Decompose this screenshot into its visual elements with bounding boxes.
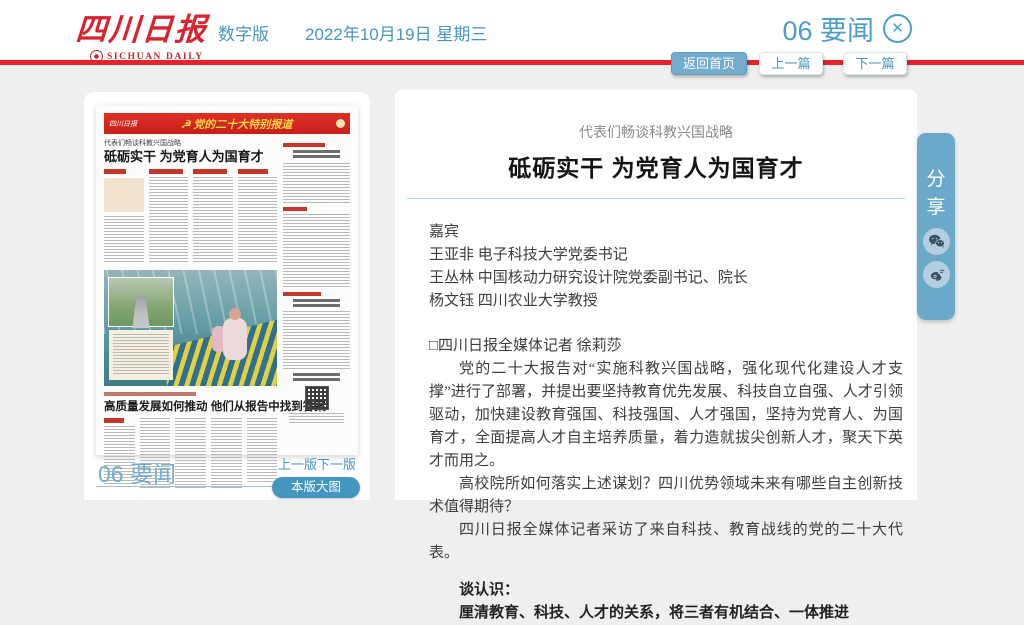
article-paragraph: 四川日报全媒体记者采访了来自科技、教育战线的党的二十大代表。 — [429, 519, 903, 565]
issue-date: 2022年10月19日 星期三 — [305, 20, 487, 45]
thumbnail-kicker-2 — [104, 392, 196, 396]
thumbnail-inset-photo — [109, 278, 173, 326]
article-body: 嘉宾 王亚非 电子科技大学党委书记 王丛林 中国核动力研究设计院党委副书记、院长… — [429, 221, 903, 625]
thumbnail-banner-logo: 四川日报 — [109, 119, 137, 129]
thumbnail-red-banner: 四川日报 ☭ 党的二十大特别报道 — [104, 113, 350, 134]
next-page-link[interactable]: 下一版 — [317, 457, 356, 472]
share-wechat-button[interactable] — [923, 228, 950, 255]
newspaper-page-thumbnail[interactable]: 四川日报 ☭ 党的二十大特别报道 代表们畅谈科教兴国战略 砥砺实干 为党育人为国… — [96, 105, 358, 455]
article-title: 砥砺实干 为党育人为国育才 — [395, 149, 917, 183]
thumbnail-footer: 06 要闻 上一版下一版 本版大图 — [96, 452, 358, 498]
thumbnail-article-kicker: 代表们畅谈科教兴国战略 — [104, 138, 277, 148]
party-emblem-icon: ☭ — [181, 119, 191, 131]
sichuan-daily-logo[interactable]: 四川日报 SICHUAN DAILY — [76, 4, 208, 63]
thumbnail-photo-caption — [109, 330, 173, 380]
digital-edition-link[interactable]: 数字版 — [218, 20, 269, 45]
article-byline: □四川日报全媒体记者 徐莉莎 — [429, 335, 903, 358]
thumbnail-headline-2: 高质量发展如何推动 他们从报告中找到答案 — [104, 398, 277, 414]
footer-page-label: 06 要闻 — [98, 455, 176, 489]
section-subheading: 厘清教育、科技、人才的关系，将三者有机结合、一体推进 — [429, 602, 903, 625]
previous-article-button[interactable]: 上一篇 — [759, 52, 823, 75]
title-divider-line — [407, 198, 905, 199]
page-thumbnail-panel: 四川日报 ☭ 党的二十大特别报道 代表们畅谈科教兴国战略 砥砺实干 为党育人为国… — [84, 92, 370, 500]
current-page-info: 06 要闻 ✕ — [782, 9, 912, 48]
article-paragraph: 高校院所如何落实上述谋划？四川优势领域未来有哪些自主创新技术值得期待？ — [429, 473, 903, 519]
close-icon[interactable]: ✕ — [883, 14, 912, 43]
thumbnail-headline-1: 砥砺实干 为党育人为国育才 — [104, 149, 277, 164]
share-label: 分享 — [927, 166, 946, 222]
guest-line: 王丛林 中国核动力研究设计院党委副书记、院长 — [429, 267, 903, 290]
share-tab[interactable]: 分享 — [917, 133, 955, 320]
guest-line: 王亚非 电子科技大学党委书记 — [429, 244, 903, 267]
top-header: 四川日报 SICHUAN DAILY 数字版 2022年10月19日 星期三 0… — [0, 0, 1024, 60]
thumbnail-factory-photo — [104, 270, 277, 386]
banner-seal-icon — [336, 119, 345, 128]
back-home-button[interactable]: 返回首页 — [671, 52, 747, 75]
text-column — [238, 169, 278, 265]
current-page-label: 06 要闻 — [782, 9, 874, 48]
thumbnail-banner-title: ☭ 党的二十大特别报道 — [137, 116, 336, 132]
thumbnail-text-columns — [104, 169, 277, 265]
next-article-button[interactable]: 下一篇 — [843, 52, 907, 75]
section-heading: 谈认识： — [429, 579, 903, 602]
logo-chinese-title: 四川日报 — [74, 4, 209, 49]
share-weibo-button[interactable] — [923, 261, 950, 288]
text-column — [193, 169, 233, 265]
wechat-icon — [928, 233, 945, 250]
article-kicker: 代表们畅谈科教兴国战略 — [395, 122, 917, 142]
guest-line: 杨文钰 四川农业大学教授 — [429, 290, 903, 313]
text-column — [149, 169, 189, 265]
view-large-page-button[interactable]: 本版大图 — [272, 477, 360, 498]
guest-label: 嘉宾 — [429, 221, 903, 244]
text-column — [104, 169, 144, 265]
previous-page-link[interactable]: 上一版 — [278, 457, 317, 472]
article-panel: 代表们畅谈科教兴国战略 砥砺实干 为党育人为国育才 嘉宾 王亚非 电子科技大学党… — [395, 90, 917, 500]
thumbnail-sidebar-column — [283, 138, 350, 490]
article-paragraph: 党的二十大报告对“实施科教兴国战略，强化现代化建设人才支撑”进行了部署，并提出要… — [429, 358, 903, 473]
weibo-icon — [928, 266, 945, 283]
thumbnail-qr-code — [305, 386, 329, 410]
